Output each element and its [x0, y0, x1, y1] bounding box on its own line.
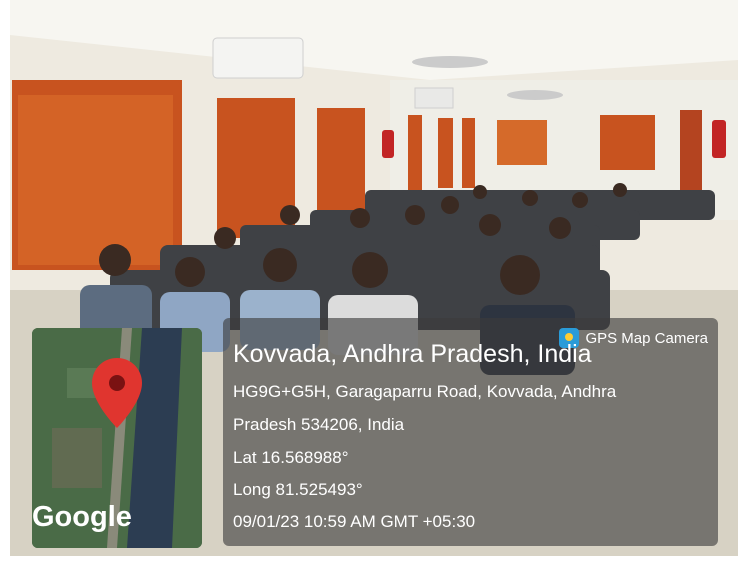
gps-overlay-panel: GPS Map Camera Kovvada, Andhra Pradesh, … — [223, 318, 718, 546]
address-line-2: Pradesh 534206, India — [233, 415, 405, 434]
address-line-1: HG9G+G5H, Garagaparru Road, Kovvada, And… — [233, 382, 617, 401]
place-name: Kovvada, Andhra Pradesh, India — [233, 340, 592, 368]
map-thumbnail: Google — [32, 328, 202, 548]
latitude: Lat 16.568988° — [233, 448, 349, 467]
timestamp: 09/01/23 10:59 AM GMT +05:30 — [233, 512, 476, 531]
longitude: Long 81.525493° — [233, 480, 363, 499]
google-logo: Google — [32, 501, 132, 533]
gps-badge-label: GPS Map Camera — [585, 329, 708, 347]
